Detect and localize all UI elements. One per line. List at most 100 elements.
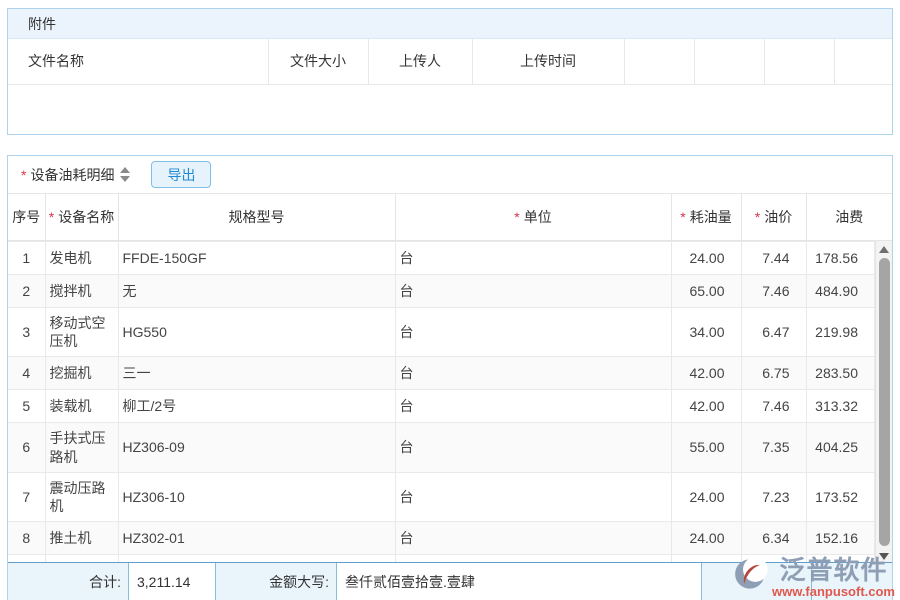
cell-price[interactable]: 7.35 xyxy=(741,423,806,472)
export-button[interactable]: 导出 xyxy=(151,161,211,188)
cell-price[interactable]: 7.46 xyxy=(741,275,806,308)
cell-unit[interactable]: 台 xyxy=(395,472,671,521)
amount-words-value: 叁仟贰佰壹拾壹.壹肆 xyxy=(336,563,702,600)
attachments-col-uploader: 上传人 xyxy=(368,39,472,84)
required-asterisk: * xyxy=(21,167,26,183)
cell-cost[interactable]: 178.56 xyxy=(806,242,875,275)
fuel-table-header: 序号 *设备名称 规格型号 *单位 *耗油量 *油价 油费 xyxy=(8,193,892,241)
cell-cost[interactable]: 484.90 xyxy=(806,275,875,308)
cell-no: 7 xyxy=(8,472,45,521)
vertical-scrollbar[interactable] xyxy=(875,241,892,563)
cell-unit[interactable]: 台 xyxy=(395,423,671,472)
cell-model[interactable]: HZ302-01 xyxy=(118,522,395,555)
spinner-up-icon[interactable] xyxy=(120,167,130,173)
cell-cost[interactable]: 173.52 xyxy=(806,472,875,521)
table-row[interactable]: 8 推土机 HZ302-01 台 24.00 6.34 152.16 xyxy=(8,522,875,555)
cell-equipment-name[interactable]: 发电机 xyxy=(45,242,118,275)
cell-model[interactable]: 无 xyxy=(118,275,395,308)
cell-consumption[interactable]: 24.00 xyxy=(671,522,741,555)
cell-model[interactable]: HG550 xyxy=(118,308,395,357)
cell-consumption[interactable]: 34.00 xyxy=(671,308,741,357)
cell-no: 8 xyxy=(8,522,45,555)
brand-url: www.fanpusoft.com xyxy=(772,585,895,599)
cell-consumption[interactable]: 65.00 xyxy=(671,275,741,308)
attachments-col-uploadtime: 上传时间 xyxy=(472,39,624,84)
table-row[interactable]: 7 震动压路机 HZ306-10 台 24.00 7.23 173.52 xyxy=(8,472,875,521)
cell-model[interactable]: 柳工/2号 xyxy=(118,390,395,423)
required-asterisk: * xyxy=(755,209,760,225)
cell-cost[interactable]: 313.32 xyxy=(806,390,875,423)
cell-equipment-name[interactable]: 手扶式压路机 xyxy=(45,423,118,472)
cell-price[interactable]: 7.44 xyxy=(741,242,806,275)
table-row[interactable]: 3 移动式空压机 HG550 台 34.00 6.47 219.98 xyxy=(8,308,875,357)
cell-model[interactable]: FFDE-150GF xyxy=(118,242,395,275)
fuel-col-price: *油价 xyxy=(741,194,806,241)
fuel-col-name: *设备名称 xyxy=(45,194,118,241)
attachments-col-filename: 文件名称 xyxy=(8,39,268,84)
table-row[interactable]: 6 手扶式压路机 HZ306-09 台 55.00 7.35 404.25 xyxy=(8,423,875,472)
cell-price[interactable]: 6.47 xyxy=(741,308,806,357)
attachments-col-empty-4 xyxy=(834,39,892,84)
fuel-col-unit: *单位 xyxy=(395,194,671,241)
cell-price[interactable]: 7.23 xyxy=(741,472,806,521)
page: 附件 文件名称 文件大小 上传人 上传时间 * 设备油耗明细 xyxy=(0,0,900,600)
spinner-down-icon[interactable] xyxy=(120,176,130,182)
cell-unit[interactable]: 台 xyxy=(395,357,671,390)
cell-cost[interactable]: 219.98 xyxy=(806,308,875,357)
cell-price[interactable]: 6.75 xyxy=(741,357,806,390)
required-asterisk: * xyxy=(514,209,519,225)
spinner-control[interactable] xyxy=(117,165,133,184)
brand-name: 泛普软件 xyxy=(779,557,887,584)
cell-equipment-name[interactable]: 搅拌机 xyxy=(45,275,118,308)
cell-equipment-name[interactable]: 震动压路机 xyxy=(45,472,118,521)
attachments-header-row: 文件名称 文件大小 上传人 上传时间 xyxy=(8,39,892,84)
cell-cost[interactable]: 283.50 xyxy=(806,357,875,390)
attachments-col-empty-1 xyxy=(624,39,694,84)
cell-equipment-name[interactable]: 装载机 xyxy=(45,390,118,423)
fuel-detail-title-row: * 设备油耗明细 导出 xyxy=(8,156,892,193)
fuel-col-consumption: *耗油量 xyxy=(671,194,741,241)
attachments-col-filesize: 文件大小 xyxy=(268,39,368,84)
attachments-panel-title: 附件 xyxy=(8,9,892,39)
cell-price[interactable]: 7.46 xyxy=(741,390,806,423)
cell-model[interactable]: 三一 xyxy=(118,357,395,390)
cell-no: 6 xyxy=(8,423,45,472)
fuel-detail-panel: * 设备油耗明细 导出 序号 *设备名称 规格型号 *单位 *耗油量 *油价 油… xyxy=(7,155,893,600)
cell-no: 1 xyxy=(8,242,45,275)
attachments-col-empty-3 xyxy=(764,39,834,84)
cell-cost[interactable]: 404.25 xyxy=(806,423,875,472)
cell-consumption[interactable]: 24.00 xyxy=(671,472,741,521)
total-value: 3,211.14 xyxy=(128,563,216,600)
scrollbar-thumb[interactable] xyxy=(879,258,890,546)
cell-unit[interactable]: 台 xyxy=(395,242,671,275)
table-row[interactable]: 1 发电机 FFDE-150GF 台 24.00 7.44 178.56 xyxy=(8,242,875,275)
cell-unit[interactable]: 台 xyxy=(395,275,671,308)
scroll-up-icon[interactable] xyxy=(879,246,889,253)
cell-no: 2 xyxy=(8,275,45,308)
cell-cost[interactable]: 152.16 xyxy=(806,522,875,555)
amount-words-label: 金额大写: xyxy=(216,563,336,600)
cell-price[interactable]: 6.34 xyxy=(741,522,806,555)
attachments-col-empty-2 xyxy=(694,39,764,84)
cell-consumption[interactable]: 42.00 xyxy=(671,390,741,423)
cell-unit[interactable]: 台 xyxy=(395,308,671,357)
cell-consumption[interactable]: 42.00 xyxy=(671,357,741,390)
table-row[interactable]: 2 搅拌机 无 台 65.00 7.46 484.90 xyxy=(8,275,875,308)
table-row[interactable]: 4 挖掘机 三一 台 42.00 6.75 283.50 xyxy=(8,357,875,390)
fuel-col-no: 序号 xyxy=(8,194,45,241)
fanpu-watermark: 泛普软件 www.fanpusoft.com xyxy=(734,557,895,599)
cell-equipment-name[interactable]: 推土机 xyxy=(45,522,118,555)
cell-model[interactable]: HZ306-10 xyxy=(118,472,395,521)
fuel-table-body: 1 发电机 FFDE-150GF 台 24.00 7.44 178.56 2 搅… xyxy=(8,242,875,555)
cell-consumption[interactable]: 24.00 xyxy=(671,242,741,275)
cell-unit[interactable]: 台 xyxy=(395,522,671,555)
cell-equipment-name[interactable]: 挖掘机 xyxy=(45,357,118,390)
fuel-table-scroll-area: 1 发电机 FFDE-150GF 台 24.00 7.44 178.56 2 搅… xyxy=(8,241,892,563)
cell-consumption[interactable]: 55.00 xyxy=(671,423,741,472)
table-row[interactable]: 5 装载机 柳工/2号 台 42.00 7.46 313.32 xyxy=(8,390,875,423)
cell-no: 5 xyxy=(8,390,45,423)
cell-equipment-name[interactable]: 移动式空压机 xyxy=(45,308,118,357)
cell-model[interactable]: HZ306-09 xyxy=(118,423,395,472)
attachments-panel: 附件 文件名称 文件大小 上传人 上传时间 xyxy=(7,8,893,135)
cell-unit[interactable]: 台 xyxy=(395,390,671,423)
